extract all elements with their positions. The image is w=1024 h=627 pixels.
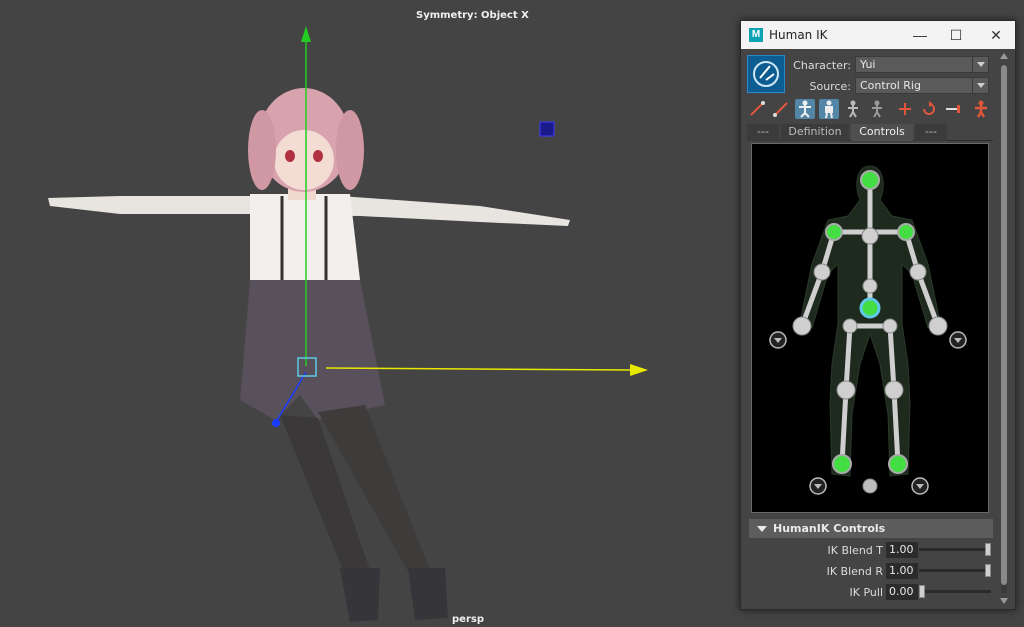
scroll-thumb[interactable] [1001,65,1007,585]
ik-pull-label: IK Pull [849,586,883,599]
add-pin-button[interactable] [895,99,915,119]
slider-knob[interactable] [985,543,991,556]
symmetry-label: Symmetry: Object X [416,10,529,21]
ik-blend-t-slider[interactable] [919,543,991,556]
slider-knob[interactable] [919,585,925,598]
minimize-button[interactable]: — [909,25,931,45]
tab-controls[interactable]: Controls [851,124,913,141]
z-axis-end-icon [272,419,280,427]
figure-button[interactable] [971,99,991,119]
chevron-down-icon [972,57,988,72]
x-axis-arrow-icon [630,364,648,376]
maya-icon: M [749,28,763,42]
ik-blend-t-field[interactable]: 1.00 [886,542,918,558]
camera-label: persp [452,614,484,625]
left-ankle-effector [832,454,852,474]
title-bar[interactable]: M Human IK — ☐ ✕ [741,21,1015,49]
scroll-up-icon[interactable] [1000,53,1008,59]
mirror-icon [946,105,960,113]
maximize-button[interactable]: ☐ [945,25,967,45]
ik-blend-r-label: IK Blend R [826,565,883,578]
add-pin-icon [899,103,911,115]
right-ankle-effector [888,454,908,474]
ik-pull-slider[interactable] [919,585,991,598]
ik-blend-r-slider[interactable] [919,564,991,577]
spine-effector [862,278,878,294]
expand-arrows[interactable] [769,331,967,495]
right-hip-effector [882,318,898,334]
collapse-triangle-icon [757,526,767,532]
ik-blend-t-label: IK Blend T [827,544,884,557]
reset-button[interactable] [919,99,939,119]
tab-definition[interactable]: Definition [781,124,849,141]
ik-blend-r-field[interactable]: 1.00 [886,563,918,579]
chest-effector [861,227,879,245]
right-elbow-effector [909,263,927,281]
humanik-figure-icon [753,61,779,87]
character-select[interactable]: Yui [855,56,989,73]
character-value: Yui [860,58,876,71]
source-value: Control Rig [860,79,921,92]
full-body-button[interactable] [795,99,815,119]
control-rig-view[interactable] [751,143,989,513]
edit-skeleton-button[interactable] [771,99,791,119]
right-knee-effector [884,380,904,400]
source-label: Source: [809,80,852,93]
y-axis-arrow-icon [301,26,311,42]
selection-button[interactable] [843,99,863,119]
reset-icon [923,101,935,115]
chevron-down-icon [972,78,988,93]
left-hip-effector [842,318,858,334]
window-title: Human IK [769,28,828,42]
source-select[interactable]: Control Rig [855,77,989,94]
create-skeleton-button[interactable] [747,99,767,119]
humanik-logo [747,55,785,93]
rig-diagram [769,165,967,495]
human-ik-window: M Human IK — ☐ ✕ Character: Yui Source: … [740,20,1016,610]
head-effector [860,170,880,190]
left-shoulder-effector [825,223,843,241]
character-model[interactable] [48,88,570,622]
character-label: Character: [793,59,851,72]
humanik-controls-section[interactable]: HumanIK Controls [749,519,993,538]
edit-skeleton-icon [773,102,788,117]
tab-bar: --- Definition Controls --- [747,124,993,141]
mirror-button[interactable] [943,99,963,119]
ik-pull-field[interactable]: 0.00 [886,584,918,600]
pinning-icon [872,100,882,118]
hips-effector [859,297,881,319]
selection-icon [848,100,858,118]
locator-square-icon [539,121,555,137]
section-title: HumanIK Controls [773,522,886,535]
left-wrist-effector [792,316,812,336]
figure-icon [975,100,987,118]
right-shoulder-effector [897,223,915,241]
vertical-scrollbar[interactable] [999,53,1009,605]
slider-knob[interactable] [985,564,991,577]
pinning-button[interactable] [867,99,887,119]
create-skeleton-icon [750,101,765,116]
tab-dash-left[interactable]: --- [747,124,779,141]
left-elbow-effector [813,263,831,281]
body-part-icon [825,100,833,119]
right-wrist-effector [928,316,948,336]
full-body-icon [799,100,811,118]
scroll-down-icon[interactable] [1000,598,1008,604]
close-button[interactable]: ✕ [985,25,1007,45]
body-part-button[interactable] [819,99,839,119]
left-knee-effector [836,380,856,400]
reference-effector [862,478,878,494]
tab-dash-right[interactable]: --- [915,124,947,141]
hik-toolbar [747,99,993,121]
